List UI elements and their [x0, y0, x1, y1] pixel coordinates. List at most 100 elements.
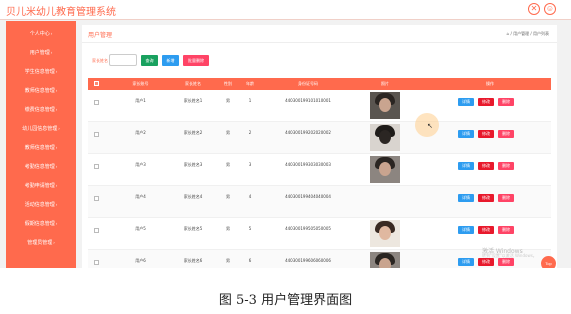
table-row: 用户2 家长姓名2 男 2 440300199202020002 详情 修改 删… [88, 122, 551, 154]
sidebar-item-activity-info[interactable]: 活动信息管理› [6, 198, 76, 212]
chevron-right-icon: › [50, 31, 53, 36]
cell-account: 用户5 [135, 226, 146, 231]
delete-button[interactable]: 删除 [498, 226, 514, 234]
sidebar-item-student-info[interactable]: 学生信息管理› [6, 65, 76, 79]
delete-button[interactable]: 删除 [498, 162, 514, 170]
delete-button[interactable]: 删除 [498, 258, 514, 266]
table-row: 用户4 家长姓名4 男 4 440300199404040004 详情 修改 删… [88, 186, 551, 218]
delete-button[interactable]: 删除 [498, 130, 514, 138]
cell-id-number: 440300199505050005 [285, 226, 331, 231]
column-header-id-number: 身份证号码 [298, 81, 318, 86]
cell-name: 家长姓名3 [183, 162, 203, 167]
column-header-photo: 照片 [381, 81, 389, 86]
row-checkbox[interactable] [94, 260, 99, 265]
cell-gender: 男 [226, 162, 230, 167]
batch-delete-button[interactable]: 批量删除 [183, 55, 209, 66]
user-photo [370, 252, 400, 268]
user-photo [370, 220, 400, 247]
detail-button[interactable]: 详情 [458, 194, 474, 202]
edit-button[interactable]: 修改 [478, 130, 494, 138]
column-header-age: 年龄 [246, 81, 254, 86]
row-checkbox[interactable] [94, 228, 99, 233]
cell-account: 用户1 [135, 98, 146, 103]
sidebar-item-personal-center[interactable]: 个人中心› [6, 27, 76, 41]
detail-button[interactable]: 详情 [458, 162, 474, 170]
sidebar-item-attendance-info[interactable]: 考勤信息管理› [6, 160, 76, 174]
column-header-actions: 操作 [486, 81, 494, 86]
cell-age: 2 [248, 130, 252, 135]
chevron-right-icon: › [55, 202, 58, 207]
cell-name: 家长姓名5 [183, 226, 203, 231]
sidebar-item-holiday-info[interactable]: 假期信息管理› [6, 217, 76, 231]
sidebar-item-label: 教师信息管理 [24, 88, 55, 94]
close-icon[interactable]: ✕ [528, 3, 540, 15]
back-to-top-button[interactable]: Top [541, 256, 556, 268]
app-title: 贝儿米幼儿教育管理系统 [6, 7, 116, 18]
sidebar-item-teaching-info[interactable]: 教师信息管理› [6, 141, 76, 155]
cell-gender: 男 [226, 226, 230, 231]
edit-button[interactable]: 修改 [478, 194, 494, 202]
cell-gender: 男 [226, 130, 230, 135]
chevron-right-icon: › [55, 69, 58, 74]
column-header-gender: 性别 [224, 81, 232, 86]
sidebar-item-kindergarten-info[interactable]: 幼儿园信息管理› [6, 122, 76, 136]
select-all-checkbox[interactable] [94, 81, 99, 86]
cell-id-number: 440300199404040004 [285, 194, 331, 199]
cell-age: 5 [248, 226, 252, 231]
page-title: 用户管理 [88, 32, 113, 39]
edit-button[interactable]: 修改 [478, 162, 494, 170]
row-checkbox[interactable] [94, 100, 99, 105]
chevron-right-icon: › [58, 126, 60, 131]
top-bar: 贝儿米幼儿教育管理系统 ✕ ☺ [0, 0, 571, 20]
cell-age: 3 [248, 162, 252, 167]
search-input[interactable] [109, 54, 137, 66]
column-header-account: 家长账号 [132, 81, 149, 86]
delete-button[interactable]: 删除 [498, 194, 514, 202]
cell-account: 用户4 [135, 194, 146, 199]
table-row: 用户3 家长姓名3 男 3 440300199303030003 详情 修改 删… [88, 154, 551, 186]
delete-button[interactable]: 删除 [498, 98, 514, 106]
sidebar-item-label: 学生信息管理 [24, 69, 55, 75]
sidebar-item-label: 活动信息管理 [24, 202, 55, 208]
detail-button[interactable]: 详情 [458, 130, 474, 138]
edit-button[interactable]: 修改 [478, 258, 494, 266]
detail-button[interactable]: 详情 [458, 98, 474, 106]
cell-name: 家长姓名2 [183, 130, 203, 135]
sidebar-item-admin-management[interactable]: 管理员管理› [6, 236, 76, 250]
row-checkbox[interactable] [94, 196, 99, 201]
cell-gender: 男 [226, 98, 230, 103]
sidebar-item-teacher-info[interactable]: 教师信息管理› [6, 84, 76, 98]
search-button[interactable]: 查询 [141, 55, 158, 66]
sidebar-item-attendance-request[interactable]: 考勤申请管理› [6, 179, 76, 193]
edit-button[interactable]: 修改 [478, 226, 494, 234]
row-checkbox[interactable] [94, 132, 99, 137]
breadcrumb[interactable]: ⌂ / 用户管理 / 用户列表 [507, 31, 549, 37]
user-icon[interactable]: ☺ [544, 3, 556, 15]
row-checkbox[interactable] [94, 164, 99, 169]
chevron-right-icon: › [55, 88, 58, 93]
user-photo [370, 124, 400, 151]
cell-id-number: 440300199202020002 [285, 130, 331, 135]
cell-account: 用户6 [135, 258, 146, 263]
user-photo [370, 92, 400, 119]
cell-name: 家长姓名1 [183, 98, 203, 103]
column-header-name: 家长姓名 [185, 81, 201, 86]
mouse-cursor-icon: ↖ [427, 123, 433, 130]
sidebar-item-label: 幼儿园信息管理 [22, 126, 58, 132]
edit-button[interactable]: 修改 [478, 98, 494, 106]
search-label: 家长姓名 [92, 58, 108, 63]
detail-button[interactable]: 详情 [458, 226, 474, 234]
sidebar-item-label: 用户管理 [29, 50, 50, 56]
sidebar-item-label: 个人中心 [29, 31, 50, 37]
sidebar-item-fee-info[interactable]: 缴费信息管理› [6, 103, 76, 117]
sidebar-item-user-management[interactable]: 用户管理› [6, 46, 76, 60]
sidebar-item-label: 缴费信息管理 [24, 107, 55, 113]
chevron-right-icon: › [55, 164, 58, 169]
cell-id-number: 440300199303030003 [285, 162, 331, 167]
chevron-right-icon: › [50, 50, 53, 55]
detail-button[interactable]: 详情 [458, 258, 474, 266]
cell-name: 家长姓名4 [183, 194, 203, 199]
cell-age: 1 [248, 98, 252, 103]
add-button[interactable]: 新增 [162, 55, 179, 66]
chevron-right-icon: › [55, 183, 58, 188]
